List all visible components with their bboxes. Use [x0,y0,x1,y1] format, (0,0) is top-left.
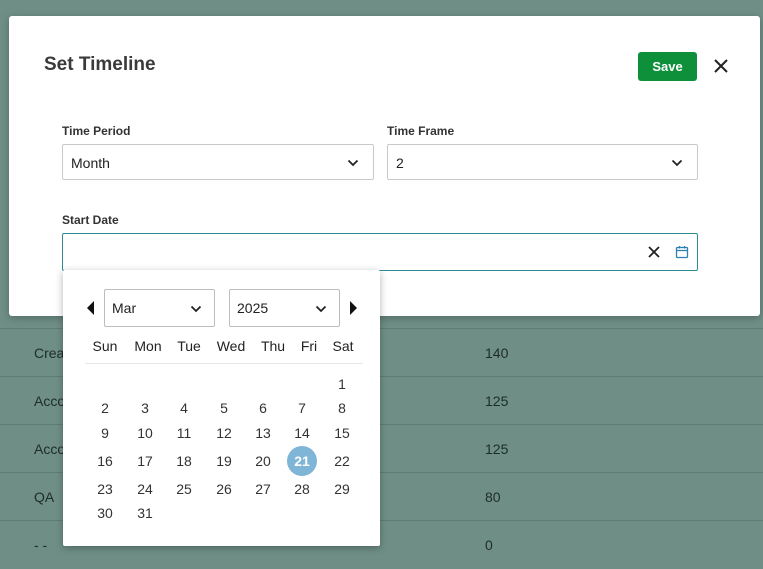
chevron-down-icon [671,159,683,167]
table-cell-value: 80 [485,489,501,505]
calendar-day[interactable]: 31 [130,503,160,523]
calendar-day[interactable]: 6 [248,398,278,418]
calendar-day[interactable]: 7 [287,398,317,418]
close-icon [714,59,728,73]
calendar-day[interactable]: 18 [169,451,199,471]
table-cell-value: 0 [485,537,493,553]
calendar-day[interactable]: 14 [287,423,317,443]
calendar-day[interactable]: 30 [90,503,120,523]
table-cell-name: - - [34,537,48,553]
calendar-day[interactable]: 20 [248,451,278,471]
table-cell-value: 125 [485,393,509,409]
calendar-day[interactable]: 12 [209,423,239,443]
year-value: 2025 [237,300,269,316]
weekday-label: Sat [332,338,354,354]
time-frame-select[interactable]: 2 [387,144,698,180]
calendar-day[interactable]: 8 [327,398,357,418]
calendar-day-selected[interactable]: 21 [287,446,317,476]
calendar-icon[interactable] [675,245,689,259]
start-date-input[interactable] [62,233,698,271]
weekday-label: Wed [216,338,246,354]
time-period-value: Month [71,155,110,171]
next-month-icon[interactable] [349,300,359,316]
calendar-day[interactable]: 4 [169,398,199,418]
chevron-down-icon [347,159,359,167]
time-frame-label: Time Frame [387,124,455,138]
chevron-down-icon [190,305,202,313]
calendar-day[interactable]: 3 [130,398,160,418]
table-cell-value: 125 [485,441,509,457]
calendar-day[interactable]: 2 [90,398,120,418]
calendar-day[interactable]: 27 [248,479,278,499]
calendar-day[interactable]: 16 [90,451,120,471]
clear-icon[interactable] [646,244,662,260]
table-cell-name: Acco [34,393,66,409]
time-period-label: Time Period [62,124,131,138]
save-button[interactable]: Save [638,52,697,81]
year-select[interactable]: 2025 [229,289,340,327]
calendar-day[interactable]: 17 [130,451,160,471]
table-cell-name: Crea [34,345,65,361]
calendar-day[interactable]: 1 [327,374,357,394]
date-picker-popup: Mar 2025 Sun Mon Tue Wed Thu Fri Sat 123… [63,270,380,546]
calendar-day[interactable]: 22 [327,451,357,471]
table-cell-name: QA [34,489,55,505]
table-cell-name: Acco [34,441,66,457]
calendar-day[interactable]: 10 [130,423,160,443]
calendar-day[interactable]: 5 [209,398,239,418]
calendar-day[interactable]: 24 [130,479,160,499]
month-value: Mar [112,300,137,316]
time-period-select[interactable]: Month [62,144,374,180]
weekday-label: Sun [92,338,118,354]
calendar-day[interactable]: 15 [327,423,357,443]
weekday-label: Mon [134,338,162,354]
calendar-day[interactable]: 23 [90,479,120,499]
calendar-day[interactable]: 29 [327,479,357,499]
start-date-label: Start Date [62,213,119,227]
calendar-day[interactable]: 26 [209,479,239,499]
calendar-day[interactable]: 9 [90,423,120,443]
calendar-day[interactable]: 28 [287,479,317,499]
calendar-day[interactable]: 19 [209,451,239,471]
previous-month-icon[interactable] [85,300,95,316]
modal-title: Set Timeline [44,54,156,75]
month-select[interactable]: Mar [104,289,215,327]
weekday-label: Thu [260,338,286,354]
calendar-day[interactable]: 25 [169,479,199,499]
calendar-day[interactable]: 11 [169,423,199,443]
calendar-day[interactable]: 13 [248,423,278,443]
table-cell-value: 140 [485,345,509,361]
calendar-divider [85,363,363,364]
weekday-label: Tue [177,338,201,354]
chevron-down-icon [315,305,327,313]
time-frame-value: 2 [396,155,404,171]
close-button[interactable] [710,55,732,77]
